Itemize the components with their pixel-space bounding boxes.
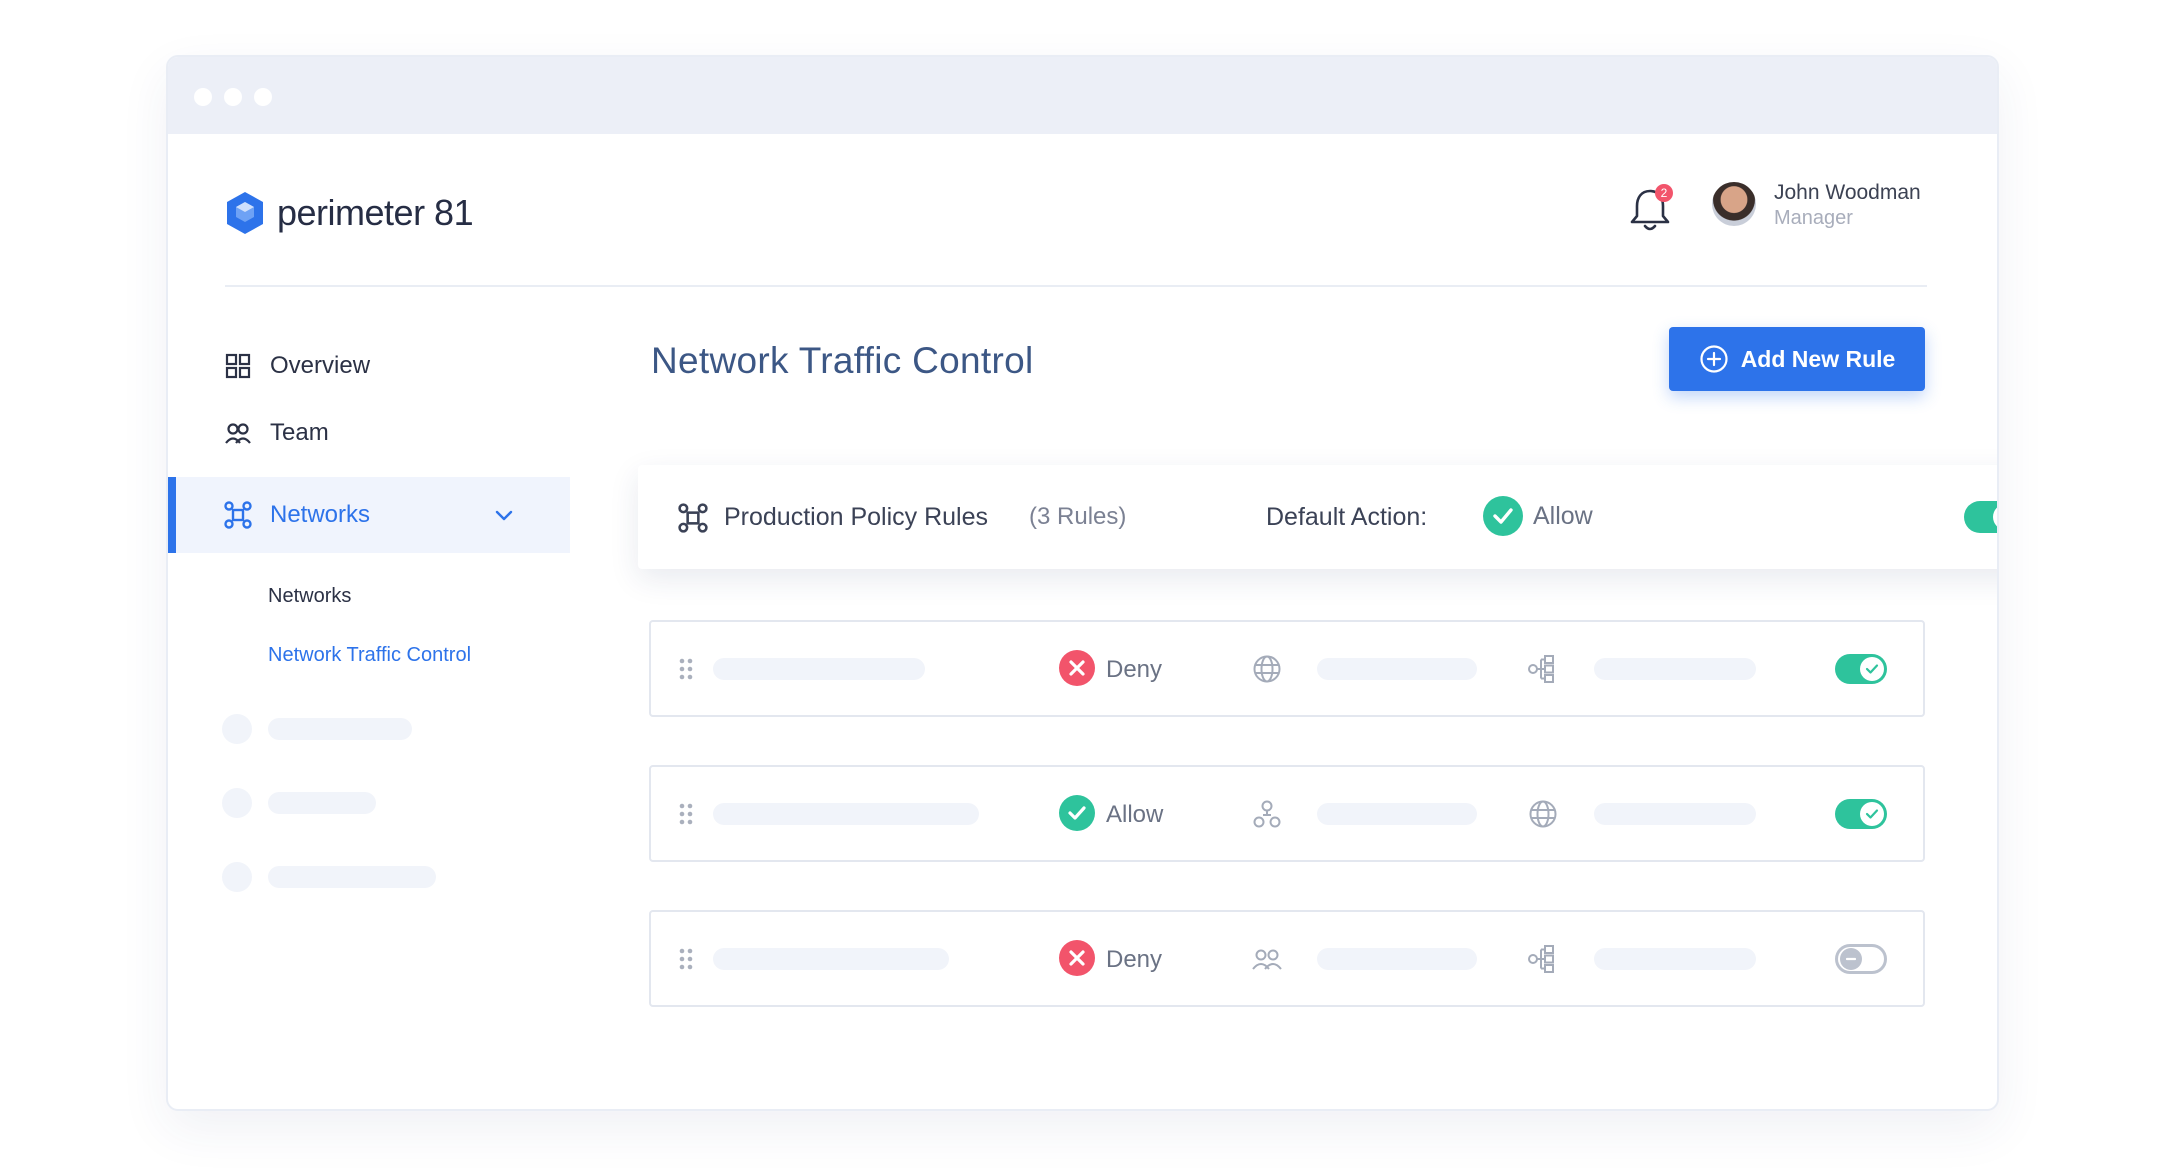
skeleton-rule-name xyxy=(713,803,979,825)
sidebar-item-team[interactable]: Team xyxy=(224,419,329,447)
policy-rule-count: (3 Rules) xyxy=(1029,503,1127,530)
team-icon xyxy=(1252,949,1282,970)
skeleton-source xyxy=(1317,803,1477,825)
toggle-knob xyxy=(1840,948,1862,970)
sidebar-item-networks[interactable]: Networks xyxy=(224,501,514,529)
page-title: Network Traffic Control xyxy=(651,340,1034,381)
window-control-dot[interactable] xyxy=(254,88,272,106)
deny-icon xyxy=(1059,940,1095,976)
skeleton-source xyxy=(1317,658,1477,680)
sidebar-item-label: Networks xyxy=(270,501,371,528)
sidebar-item-overview[interactable]: Overview xyxy=(224,352,370,380)
globe-icon xyxy=(1253,655,1281,683)
toggle-knob xyxy=(1993,504,1997,530)
perimeter-logo-icon xyxy=(227,192,263,234)
allow-icon xyxy=(1059,795,1095,831)
policy-card: Production Policy Rules (3 Rules) Defaul… xyxy=(638,465,1997,569)
skeleton-icon xyxy=(222,714,252,744)
window-control-dot[interactable] xyxy=(224,88,242,106)
rule-row[interactable]: Deny xyxy=(649,910,1925,1007)
sidebar-subitem-network-traffic-control[interactable]: Network Traffic Control xyxy=(268,644,471,667)
grid-icon xyxy=(225,353,251,379)
brand-name: perimeter 81 xyxy=(277,192,474,233)
drag-handle-icon[interactable] xyxy=(678,802,694,826)
sidebar-item-label: Overview xyxy=(270,352,371,379)
check-icon xyxy=(1865,664,1879,674)
user-name[interactable]: John Woodman xyxy=(1774,181,1921,205)
skeleton-source xyxy=(1317,948,1477,970)
title-bar xyxy=(168,57,1997,134)
check-circle-icon xyxy=(1483,496,1523,536)
skeleton-label xyxy=(268,718,412,740)
header-divider xyxy=(225,285,1927,287)
add-button-label: Add New Rule xyxy=(1740,345,1896,372)
window-control-dot[interactable] xyxy=(194,88,212,106)
policy-name: Production Policy Rules xyxy=(724,503,989,531)
toggle-knob xyxy=(1860,657,1884,681)
rule-action: Deny xyxy=(1106,946,1163,973)
app-window: perimeter 81 2 John Woodman Manager Over… xyxy=(166,55,1999,1111)
sidebar-subitem-networks[interactable]: Networks xyxy=(268,585,351,608)
sidebar-item-label: Team xyxy=(270,419,329,446)
skeleton-destination xyxy=(1594,803,1756,825)
team-icon xyxy=(225,423,251,444)
skeleton-icon xyxy=(222,788,252,818)
drag-handle-icon[interactable] xyxy=(678,947,694,971)
minus-icon xyxy=(1846,957,1856,961)
user-group-icon xyxy=(1253,800,1281,828)
chevron-down-icon[interactable] xyxy=(494,508,514,522)
skeleton-rule-name xyxy=(713,948,949,970)
rule-row[interactable]: Allow xyxy=(649,765,1925,862)
brand-logo[interactable]: perimeter 81 xyxy=(225,190,474,236)
skeleton-label xyxy=(268,866,436,888)
toggle-knob xyxy=(1860,802,1884,826)
user-role: Manager xyxy=(1774,207,1853,229)
deny-icon xyxy=(1059,650,1095,686)
rule-action: Deny xyxy=(1106,656,1163,683)
network-icon xyxy=(224,501,252,529)
default-action-label: Default Action: xyxy=(1266,503,1428,531)
notification-badge: 2 xyxy=(1655,184,1673,202)
nav-active-indicator xyxy=(168,477,176,553)
skeleton-label xyxy=(268,792,376,814)
rule-toggle[interactable] xyxy=(1835,654,1887,684)
default-action-value: Allow xyxy=(1533,502,1593,530)
skeleton-destination xyxy=(1594,948,1756,970)
check-icon xyxy=(1865,809,1879,819)
drag-handle-icon[interactable] xyxy=(678,657,694,681)
plus-circle-icon xyxy=(1700,345,1728,373)
nodes-icon xyxy=(1528,655,1554,683)
add-new-rule-button[interactable]: Add New Rule xyxy=(1669,327,1925,391)
rule-action: Allow xyxy=(1106,801,1164,828)
policy-toggle[interactable] xyxy=(1964,501,1997,533)
avatar[interactable] xyxy=(1712,182,1756,226)
nodes-icon xyxy=(1528,945,1554,973)
skeleton-icon xyxy=(222,862,252,892)
rule-toggle[interactable] xyxy=(1835,944,1887,974)
skeleton-destination xyxy=(1594,658,1756,680)
rule-row[interactable]: Deny xyxy=(649,620,1925,717)
rule-toggle[interactable] xyxy=(1835,799,1887,829)
globe-icon xyxy=(1529,800,1557,828)
skeleton-rule-name xyxy=(713,658,925,680)
network-icon xyxy=(678,503,708,533)
